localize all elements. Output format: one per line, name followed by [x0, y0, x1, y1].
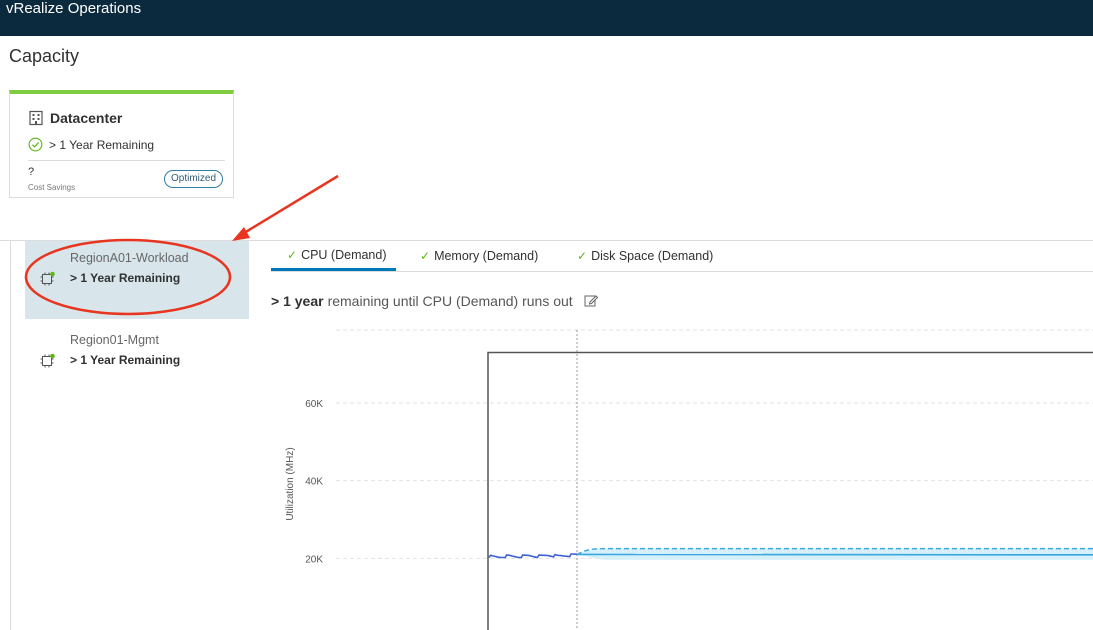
y-tick-labels: 60K40K20K0 [305, 399, 323, 565]
series-historic-demand [488, 553, 577, 559]
y-axis-label: Utilization (MHz) [285, 447, 296, 520]
y-tick-label: 20K [305, 554, 323, 565]
series-layer [487, 330, 1093, 630]
capacity-chart: Utilization (MHz) 60K40K20K0 [285, 329, 1093, 630]
y-tick-label: 60K [305, 399, 323, 410]
capacity-line [487, 351, 1093, 630]
y-tick-label: 40K [305, 477, 323, 488]
grid-lines [336, 329, 1093, 559]
